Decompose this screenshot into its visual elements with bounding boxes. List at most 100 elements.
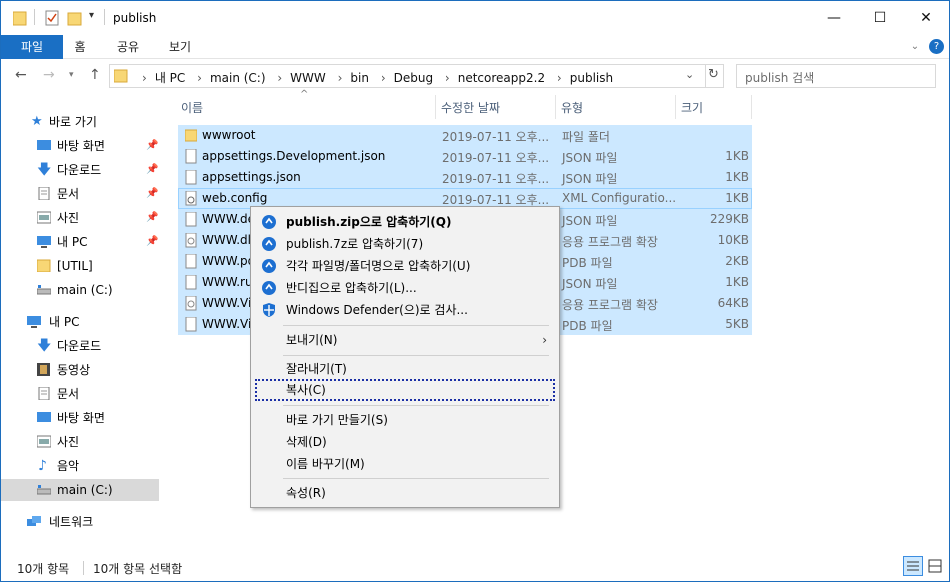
new-folder-icon[interactable]: [67, 9, 83, 27]
menu-item-label: 각각 파일명/폴더명으로 압축하기(U): [286, 259, 471, 273]
search-input[interactable]: publish 검색: [736, 64, 936, 88]
breadcrumb-item[interactable]: bin: [350, 71, 369, 85]
help-icon[interactable]: ?: [929, 39, 944, 54]
sidebar-item-documents[interactable]: 문서 📌: [1, 183, 159, 205]
sidebar-item-label: 문서: [57, 387, 80, 401]
sidebar-item-label: 네트워크: [49, 515, 94, 529]
tab-view[interactable]: 보기: [165, 35, 195, 59]
maximize-button[interactable]: ☐: [857, 1, 903, 35]
sidebar-item-pc-documents[interactable]: 문서: [1, 383, 159, 405]
breadcrumb-item[interactable]: main (C:): [210, 71, 266, 85]
sidebar-item-quick-access[interactable]: ★ 바로 가기: [1, 111, 159, 133]
file-row[interactable]: appsettings.json 2019-07-11 오후... JSON 파…: [178, 167, 752, 188]
sidebar-item-util[interactable]: [UTIL]: [1, 255, 159, 277]
tab-file[interactable]: 파일: [1, 35, 63, 59]
properties-icon[interactable]: [45, 9, 61, 27]
breadcrumb-item[interactable]: publish: [570, 71, 613, 85]
column-divider[interactable]: [675, 95, 676, 119]
quick-access-dropdown-icon[interactable]: ▾: [89, 10, 94, 28]
sidebar-item-downloads[interactable]: 🡇 다운로드 📌: [1, 159, 159, 181]
menu-item-compress-7z[interactable]: publish.7z로 압축하기(7): [251, 233, 559, 255]
file-size: 2KB: [725, 254, 749, 268]
sort-ascending-icon: ^: [300, 89, 309, 100]
file-name: appsettings.json: [202, 170, 301, 184]
breadcrumb-item[interactable]: Debug: [394, 71, 433, 85]
pin-icon: 📌: [146, 140, 159, 151]
breadcrumb-item[interactable]: WWW: [290, 71, 326, 85]
tab-home[interactable]: 홈: [69, 35, 91, 59]
refresh-icon[interactable]: ↻: [708, 67, 719, 82]
address-dropdown-icon[interactable]: ⌄: [685, 68, 694, 81]
sidebar-item-desktop[interactable]: 바탕 화면 📌: [1, 135, 159, 157]
sidebar-item-pictures[interactable]: 사진 📌: [1, 207, 159, 229]
details-view-button[interactable]: [903, 556, 923, 576]
sidebar-item-pc-downloads[interactable]: 🡇 다운로드: [1, 335, 159, 357]
menu-item-label: 삭제(D): [286, 435, 327, 449]
menu-item-label: 바로 가기 만들기(S): [286, 413, 388, 427]
column-divider[interactable]: [435, 95, 436, 119]
file-icon: [185, 212, 197, 227]
sidebar-item-pc-pictures[interactable]: 사진: [1, 431, 159, 453]
column-header-name[interactable]: 이름: [181, 99, 203, 116]
file-row[interactable]: appsettings.Development.json 2019-07-11 …: [178, 146, 752, 167]
sidebar-item-label: main (C:): [57, 283, 113, 297]
ribbon-expand-icon[interactable]: ⌄: [907, 35, 923, 59]
file-icon: [185, 170, 197, 185]
menu-item-label: 이름 바꾸기(M): [286, 457, 365, 471]
column-headers: ^ 이름 수정한 날짜 유형 크기: [173, 89, 773, 119]
file-date: 2019-07-11 오후...: [442, 130, 550, 144]
menu-item-send-to[interactable]: 보내기(N) ›: [251, 329, 559, 351]
sidebar-item-videos[interactable]: 동영상: [1, 359, 159, 381]
folder-icon: [185, 129, 197, 142]
breadcrumb-item[interactable]: netcoreapp2.2: [458, 71, 545, 85]
close-button[interactable]: ✕: [903, 1, 949, 35]
file-row[interactable]: wwwroot 2019-07-11 오후... 파일 폴더: [178, 125, 752, 146]
breadcrumb-item[interactable]: 내 PC: [155, 71, 185, 85]
menu-item-compress-bandizip[interactable]: 반디집으로 압축하기(L)...: [251, 277, 559, 299]
menu-item-delete[interactable]: 삭제(D): [251, 431, 559, 453]
forward-button[interactable]: →: [43, 67, 55, 83]
menu-item-rename[interactable]: 이름 바꾸기(M): [251, 453, 559, 475]
pin-icon: 📌: [146, 212, 159, 223]
sidebar-item-pc-main-c[interactable]: main (C:): [1, 479, 159, 501]
tab-share[interactable]: 공유: [113, 35, 143, 59]
recent-dropdown-icon[interactable]: ▾: [69, 70, 74, 80]
column-header-date[interactable]: 수정한 날짜: [441, 99, 500, 116]
item-count: 10개 항목: [17, 562, 70, 576]
menu-item-compress-each[interactable]: 각각 파일명/폴더명으로 압축하기(U): [251, 255, 559, 277]
file-size: 1KB: [725, 149, 749, 163]
column-header-type[interactable]: 유형: [561, 99, 583, 116]
bandizip-icon: [262, 237, 276, 251]
sidebar-item-this-pc-root[interactable]: 내 PC: [1, 311, 159, 333]
menu-item-label: 속성(R): [286, 486, 326, 500]
sidebar-item-this-pc[interactable]: 내 PC 📌: [1, 231, 159, 253]
menu-item-defender-scan[interactable]: Windows Defender(으)로 검사...: [251, 299, 559, 321]
bandizip-icon: [262, 259, 276, 273]
back-button[interactable]: ←: [15, 67, 27, 83]
divider: [705, 65, 706, 87]
up-button[interactable]: ↑: [89, 67, 101, 83]
sidebar-item-network[interactable]: 네트워크: [1, 511, 159, 533]
sidebar-item-main-c[interactable]: main (C:): [1, 279, 159, 301]
minimize-button[interactable]: —: [811, 1, 857, 35]
address-bar[interactable]: › 내 PC › main (C:) › WWW › bin › Debug › netco…: [109, 64, 724, 88]
sidebar-item-music[interactable]: ♪ 음악: [1, 455, 159, 477]
desktop-icon: [37, 140, 51, 150]
menu-item-label: publish.zip으로 압축하기(Q): [286, 215, 452, 229]
sidebar-item-label: 다운로드: [57, 339, 102, 353]
menu-item-copy[interactable]: 복사(C): [255, 379, 555, 401]
column-header-size[interactable]: 크기: [681, 99, 703, 116]
file-date: 2019-07-11 오후...: [442, 172, 550, 186]
menu-item-create-shortcut[interactable]: 바로 가기 만들기(S): [251, 409, 559, 431]
menu-item-compress-zip[interactable]: publish.zip으로 압축하기(Q): [251, 211, 559, 233]
sidebar-item-pc-desktop[interactable]: 바탕 화면: [1, 407, 159, 429]
sidebar-item-label: 동영상: [57, 363, 91, 377]
navigation-pane: ★ 바로 가기 바탕 화면 📌 🡇 다운로드 📌 문서 📌 사진 📌 내 PC …: [1, 101, 161, 551]
menu-item-properties[interactable]: 속성(R): [251, 482, 559, 504]
menu-item-cut[interactable]: 잘라내기(T): [251, 358, 559, 380]
chevron-right-icon: ›: [542, 333, 547, 347]
column-divider[interactable]: [555, 95, 556, 119]
file-size: 1KB: [725, 170, 749, 184]
column-divider[interactable]: [751, 95, 752, 119]
large-icons-view-button[interactable]: [925, 556, 945, 576]
